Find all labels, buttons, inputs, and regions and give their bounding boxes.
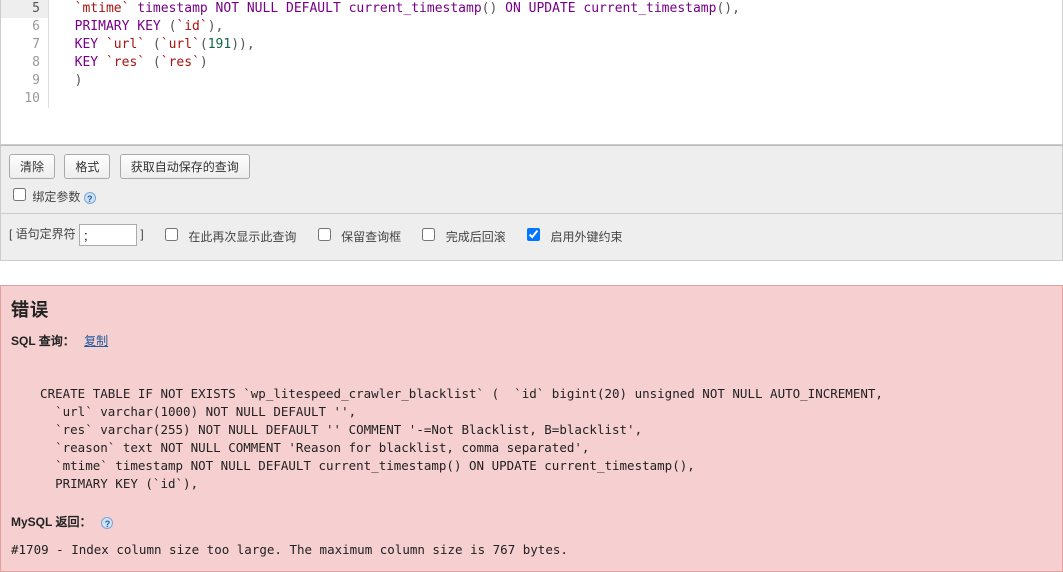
token-keyword: KEY (59, 55, 106, 70)
token-punct: ) (59, 73, 82, 88)
clear-button[interactable]: 清除 (9, 154, 55, 179)
sql-query-label: SQL 查询： 复制 (11, 332, 1052, 349)
token-punct: ) (208, 19, 216, 34)
gutter-line: 5 (1, 0, 48, 18)
token-number: 191 (208, 37, 231, 52)
token-punct: () (716, 1, 732, 16)
sql-editor: 5 6 7 8 9 10 `mtime` timestamp NOT NULL … (0, 0, 1063, 145)
copy-link[interactable]: 复制 (84, 334, 108, 348)
code-line: ) (59, 72, 1052, 90)
delimiter-label-close: ] (140, 227, 143, 241)
error-sql-block: CREATE TABLE IF NOT EXISTS `wp_litespeed… (25, 385, 1052, 493)
bind-params-checkbox[interactable] (13, 188, 26, 201)
gutter-line: 6 (1, 18, 48, 36)
fk-checks-checkbox[interactable] (527, 228, 540, 241)
gutter-line: 7 (1, 36, 48, 54)
mysql-return-label: MySQL 返回： ? (11, 513, 1052, 530)
code-line (59, 90, 1052, 108)
token-punct: () (482, 1, 498, 16)
token-identifier: `id` (176, 19, 207, 34)
code-line: KEY `res` (`res`) (59, 54, 1052, 72)
code-line: `mtime` timestamp NOT NULL DEFAULT curre… (59, 0, 1052, 18)
show-again-label: 在此再次显示此查询 (188, 230, 296, 244)
error-panel: 错误 SQL 查询： 复制 CREATE TABLE IF NOT EXISTS… (0, 285, 1063, 572)
rollback-checkbox[interactable] (422, 228, 435, 241)
sql-query-label-text: SQL 查询： (11, 334, 75, 348)
code-line: PRIMARY KEY (`id`), (59, 18, 1052, 36)
delimiter-input[interactable] (79, 224, 137, 246)
options-bar: [ 语句定界符 ] 在此再次显示此查询 保留查询框 完成后回滚 启用外键约束 (0, 214, 1063, 261)
token-keyword: PRIMARY KEY (59, 19, 169, 34)
token-punct: )) (231, 37, 247, 52)
fk-checks-label: 启用外键约束 (551, 230, 623, 244)
token-punct: ) (200, 55, 208, 70)
editor-code[interactable]: `mtime` timestamp NOT NULL DEFAULT curre… (49, 0, 1062, 144)
token-punct: ( (145, 55, 161, 70)
help-icon[interactable]: ? (84, 192, 96, 204)
error-message: #1709 - Index column size too large. The… (11, 542, 1052, 557)
token-identifier: `url` (161, 37, 200, 52)
token-keyword: KEY (59, 37, 106, 52)
format-button[interactable]: 格式 (64, 154, 110, 179)
token-punct: , (216, 19, 224, 34)
delimiter-label-open: [ 语句定界符 (9, 227, 76, 241)
token-identifier: `url` (106, 37, 145, 52)
code-line: KEY `url` (`url`(191)), (59, 36, 1052, 54)
gutter-line: 10 (1, 90, 48, 108)
token-punct: , (247, 37, 255, 52)
token-keyword: timestamp NOT NULL DEFAULT current_times… (129, 1, 481, 16)
token-identifier: `mtime` (59, 1, 129, 16)
keep-query-box-label: 保留查询框 (341, 230, 401, 244)
gutter-line: 9 (1, 72, 48, 90)
editor-gutter: 5 6 7 8 9 10 (1, 0, 49, 108)
keep-query-box-checkbox[interactable] (318, 228, 331, 241)
token-identifier: `res` (161, 55, 200, 70)
token-keyword: ON UPDATE current_timestamp (497, 1, 716, 16)
show-again-checkbox[interactable] (165, 228, 178, 241)
get-autosaved-button[interactable]: 获取自动保存的查询 (120, 154, 250, 179)
token-identifier: `res` (106, 55, 145, 70)
help-icon[interactable]: ? (101, 517, 113, 529)
error-title: 错误 (11, 296, 1052, 322)
token-punct: , (732, 1, 740, 16)
gutter-line: 8 (1, 54, 48, 72)
bind-params-label: 绑定参数 (32, 190, 80, 204)
editor-toolbar: 清除 格式 获取自动保存的查询 绑定参数 ? (0, 145, 1063, 214)
mysql-return-text: MySQL 返回： (11, 515, 91, 529)
token-punct: ( (145, 37, 161, 52)
rollback-label: 完成后回滚 (446, 230, 506, 244)
token-punct: ( (200, 37, 208, 52)
